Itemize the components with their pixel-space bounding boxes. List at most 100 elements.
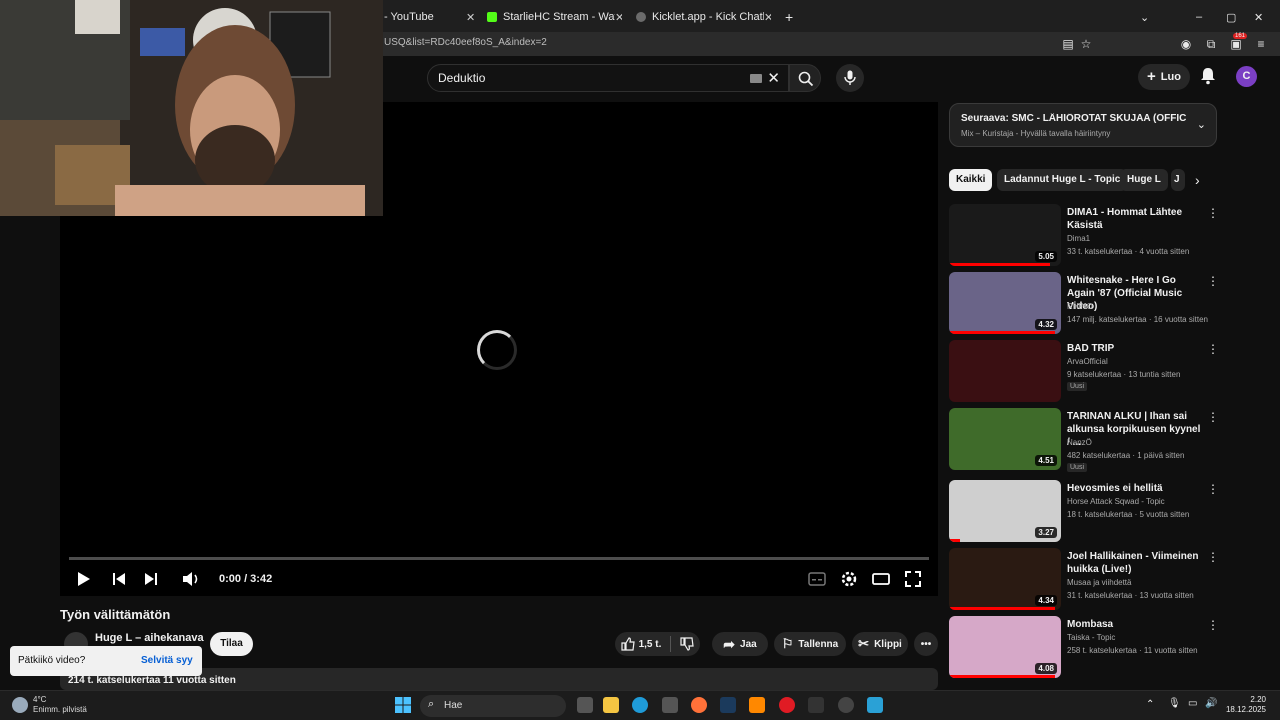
share-button[interactable]: ➦ Jaa [712,632,768,656]
search-input[interactable]: Deduktio ✕ [427,64,789,92]
subtitles-icon[interactable] [806,568,828,590]
video-thumbnail[interactable]: 5.05 [949,204,1061,266]
close-tab-icon[interactable]: ✕ [466,11,474,24]
task-view-icon[interactable] [577,697,593,713]
network-icon[interactable]: ▭ [1188,698,1197,709]
more-options-icon[interactable]: ⋮ [1207,206,1219,220]
recommendation-item[interactable]: BAD TRIP ArvaOfficial 9 katselukertaa · 13… [949,340,1219,402]
system-clock[interactable]: 2.20 18.12.2025 [1226,695,1266,715]
up-next-card[interactable]: Seuraava: SMC - LÄHIÖROTAT SKUJAA (OFFIC… [949,103,1217,147]
more-options-icon[interactable]: ⋮ [1207,482,1219,496]
speaker-icon[interactable]: 🔊 [1205,698,1217,709]
recommendation-item[interactable]: 5.05 DIMA1 - Hommat Lähtee Käsistä Dima1 33… [949,204,1219,266]
more-options-icon[interactable]: ⋮ [1207,618,1219,632]
tray-chevron-icon[interactable]: ⌃ [1146,699,1154,710]
recommendation-channel[interactable]: Taiska - Topic [1067,633,1115,642]
recommendation-item[interactable]: 4.34 Joel Hallikainen - Viimeinen huikka … [949,548,1219,610]
video-thumbnail[interactable]: 4.51 [949,408,1061,470]
chip-huge-l-topic[interactable]: Ladannut Huge L - Topic [997,169,1128,191]
reader-view-icon[interactable]: ▤ [1060,36,1076,52]
like-button[interactable]: 1,5 t. [620,637,661,651]
steam-icon[interactable] [720,697,736,713]
recommendation-channel[interactable]: Horse Attack Sqwad - Topic [1067,497,1165,506]
recommendation-item[interactable]: 4.32 Whitesnake - Here I Go Again '87 (Of… [949,272,1219,334]
chip-huge-l[interactable]: Huge L [1120,169,1168,191]
firefox-icon[interactable] [691,697,707,713]
clear-search-icon[interactable]: ✕ [767,69,780,87]
more-options-icon[interactable]: ⋮ [1207,342,1219,356]
close-tab-icon[interactable]: ✕ [615,11,622,24]
chip-all[interactable]: Kaikki [949,169,993,191]
tab-list-chevron-icon[interactable]: ⌄ [1140,6,1152,28]
video-thumbnail[interactable]: 4.32 [949,272,1061,334]
recommendation-title[interactable]: BAD TRIP [1067,342,1201,355]
keyboard-icon[interactable] [750,74,762,83]
more-options-icon[interactable]: ⋮ [1207,274,1219,288]
recommendation-title[interactable]: Hevosmies ei hellitä [1067,482,1201,495]
microphone-tray-icon[interactable]: 🎙 [1168,698,1181,709]
video-thumbnail[interactable]: 3.27 [949,480,1061,542]
account-icon[interactable]: ◉ [1178,36,1194,52]
recommendation-item[interactable]: 4.51 TARINAN ALKU | Ihan sai alkunsa korp… [949,408,1219,472]
settings-gear-icon[interactable] [838,568,860,590]
new-tab-button[interactable]: + [785,6,799,28]
app-icon[interactable] [867,697,883,713]
url-text[interactable]: USQ&list=RDc40eef8oS_A&index=2 [384,37,547,48]
more-options-icon[interactable]: ⋮ [1207,550,1219,564]
edge-icon[interactable] [632,697,648,713]
tab-kicklet[interactable]: Kicklet.app - Kick Chatbot and C ✕ [636,6,771,28]
recommendation-title[interactable]: Joel Hallikainen - Viimeinen huikka (Liv… [1067,550,1201,576]
menu-icon[interactable]: ≡ [1253,36,1269,52]
taskbar-search-input[interactable]: ⌕ Hae [420,695,566,717]
save-button[interactable]: ⚐ Tallenna [774,632,846,656]
minimize-icon[interactable]: – [1196,6,1208,28]
store-icon[interactable] [662,697,678,713]
bookmark-star-icon[interactable]: ☆ [1078,36,1094,52]
terminal-icon[interactable] [808,697,824,713]
recommendation-channel[interactable]: RHINO [1067,302,1093,311]
more-options-icon[interactable]: ⋮ [1207,410,1219,424]
opera-icon[interactable] [779,697,795,713]
maximize-icon[interactable]: ▢ [1226,6,1238,28]
tab-youtube[interactable]: - YouTube ✕ [384,6,474,28]
search-button[interactable] [789,64,821,92]
obs-icon[interactable] [838,697,854,713]
next-icon[interactable] [140,568,162,590]
avatar[interactable]: C [1236,66,1257,87]
chevron-down-icon[interactable]: ⌄ [1197,118,1206,131]
previous-icon[interactable] [108,568,130,590]
recommendation-channel[interactable]: Dima1 [1067,234,1090,243]
recommendation-title[interactable]: Mombasa [1067,618,1201,631]
extensions-icon[interactable]: ⧉ [1203,36,1219,52]
voice-search-button[interactable] [836,64,864,92]
thumbs-down-icon[interactable] [680,637,695,651]
play-icon[interactable] [72,568,94,590]
recommendation-item[interactable]: 4.08 Mombasa Taiska - Topic 258 t. katseluk… [949,616,1219,678]
channel-name[interactable]: Huge L – aihekanava [95,632,204,644]
chip-more[interactable]: J [1171,169,1185,191]
weather-icon[interactable] [12,697,28,713]
clip-button[interactable]: ✂ Klippi [852,632,908,656]
more-actions-button[interactable]: ••• [914,632,938,656]
window-close-icon[interactable]: ✕ [1254,6,1266,28]
chevron-right-icon[interactable]: › [1195,172,1200,188]
toast-action-link[interactable]: Selvitä syy [141,655,193,666]
tab-starliehc[interactable]: StarlieHC Stream - Watch Live o ✕ [487,6,622,28]
volume-icon[interactable] [180,568,202,590]
weather-widget[interactable]: 4°C Enimm. pilvistä [33,695,87,715]
windows-start-icon[interactable] [395,697,411,713]
vlc-icon[interactable] [749,697,765,713]
recommendation-item[interactable]: 3.27 Hevosmies ei hellitä Horse Attack Sqw… [949,480,1219,542]
subscribe-button[interactable]: Tilaa [210,632,253,656]
fullscreen-icon[interactable] [902,568,924,590]
recommendation-channel[interactable]: Musaa ja viihdettä [1067,578,1131,587]
recommendation-channel[interactable]: NanzÖ [1067,438,1092,447]
video-thumbnail[interactable]: 4.34 [949,548,1061,610]
video-thumbnail[interactable]: 4.08 [949,616,1061,678]
video-thumbnail[interactable] [949,340,1061,402]
progress-bar[interactable] [69,557,929,560]
theater-mode-icon[interactable] [870,568,892,590]
recommendation-channel[interactable]: ArvaOfficial [1067,357,1108,366]
file-explorer-icon[interactable] [603,697,619,713]
notifications-bell-icon[interactable] [1198,66,1218,86]
